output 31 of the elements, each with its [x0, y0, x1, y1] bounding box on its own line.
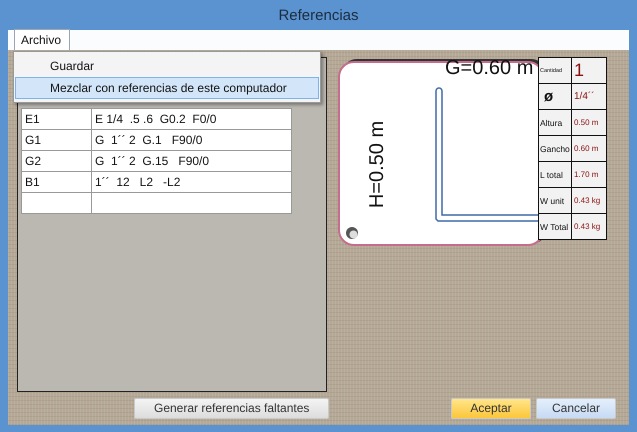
table-cell: G 1´´ 2 G.1 F90/0	[92, 130, 292, 151]
width-label: G=0.60 m	[445, 57, 534, 80]
menu-item[interactable]: Guardar	[15, 55, 319, 77]
table-cell: B1	[22, 172, 92, 193]
property-value: 0.43 kg	[572, 214, 607, 240]
property-label: L total	[539, 162, 572, 188]
generate-button[interactable]: Generar referencias faltantes	[134, 398, 330, 418]
property-label: W Total	[539, 214, 572, 240]
menu-tab[interactable]: Archivo	[14, 29, 70, 50]
accept-button[interactable]: Aceptar	[451, 398, 531, 418]
property-label: ø	[539, 84, 572, 110]
property-label: Altura	[539, 110, 572, 136]
window-title: Referencias	[278, 6, 359, 24]
property-value: 0.50 m	[572, 110, 607, 136]
table-cell: 1´´ 12 L2 -L2	[92, 172, 292, 193]
property-label: W unit	[539, 188, 572, 214]
property-value: 1/4´´	[572, 84, 607, 110]
table-cell: G2	[22, 151, 92, 172]
table-cell: E1	[22, 109, 92, 130]
cancel-button[interactable]: Cancelar	[536, 398, 616, 418]
property-value: 0.43 kg	[572, 188, 607, 214]
hole-icon	[345, 226, 359, 240]
property-value: 1.70 m	[572, 162, 607, 188]
property-value: 1	[572, 58, 607, 84]
menu-item[interactable]: Mezclar con referencias de este computador	[15, 77, 319, 99]
table-cell: G 1´´ 2 G.15 F90/0	[92, 151, 292, 172]
table-cell: E 1/4 .5 .6 G0.2 F0/0	[92, 109, 292, 130]
property-label: Gancho	[539, 136, 572, 162]
height-label: H=0.50 m	[366, 120, 390, 208]
property-value: 0.60 m	[572, 136, 607, 162]
table-cell: G1	[22, 130, 92, 151]
